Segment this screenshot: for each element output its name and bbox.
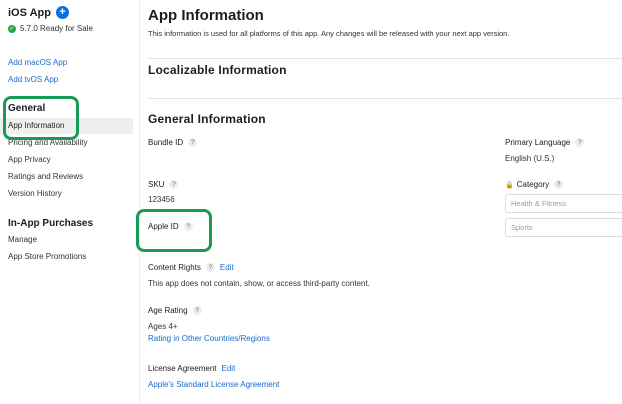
age-rating-label: Age Rating ? <box>148 306 202 315</box>
help-icon[interactable]: ? <box>169 180 179 189</box>
sidebar-item-pricing-and-availability[interactable]: Pricing and Availability <box>8 138 87 147</box>
rating-other-countries-link[interactable]: Rating in Other Countries/Regions <box>148 334 270 343</box>
sidebar-item-app-information[interactable]: App Information <box>0 118 133 134</box>
primary-category-select[interactable]: Health & Fitness <box>505 194 622 213</box>
license-agreement-label-text: License Agreement <box>148 364 217 373</box>
content-rights-label: Content Rights ? Edit <box>148 263 234 272</box>
app-status: ✓ 5.7.0 Ready for Sale <box>8 24 93 33</box>
sidebar-item-manage[interactable]: Manage <box>8 235 37 244</box>
page-subtitle: This information is used for all platfor… <box>148 29 510 38</box>
content-rights-label-text: Content Rights <box>148 263 201 272</box>
primary-language-value[interactable]: English (U.S.) <box>505 154 554 163</box>
content-rights-value: This app does not contain, show, or acce… <box>148 279 370 288</box>
page-title: App Information <box>148 7 264 24</box>
sidebar-item-app-store-promotions[interactable]: App Store Promotions <box>8 252 86 261</box>
help-icon[interactable]: ? <box>183 222 193 231</box>
apple-id-label-text: Apple ID <box>148 222 179 231</box>
add-macos-app-link[interactable]: Add macOS App <box>8 58 67 67</box>
license-agreement-edit-link[interactable]: Edit <box>222 364 236 373</box>
content-rights-edit-link[interactable]: Edit <box>220 263 234 272</box>
sidebar: iOS App + ✓ 5.7.0 Ready for Sale Add mac… <box>0 0 140 404</box>
sidebar-item-ratings-and-reviews[interactable]: Ratings and Reviews <box>8 172 83 181</box>
sku-value: 123456 <box>148 195 175 204</box>
general-information-heading: General Information <box>148 112 266 126</box>
help-icon[interactable]: ? <box>575 138 585 147</box>
sku-label-text: SKU <box>148 180 165 189</box>
help-icon[interactable]: ? <box>205 263 215 272</box>
secondary-category-select[interactable]: Sports <box>505 218 622 237</box>
age-rating-value: Ages 4+ <box>148 322 178 331</box>
sku-label: SKU ? <box>148 180 179 189</box>
standard-license-link[interactable]: Apple's Standard License Agreement <box>148 380 279 389</box>
add-tvos-app-link[interactable]: Add tvOS App <box>8 75 58 84</box>
divider <box>148 98 622 99</box>
app-header: iOS App + <box>8 6 69 19</box>
localizable-information-heading: Localizable Information <box>148 63 287 77</box>
bundle-id-label: Bundle ID ? <box>148 138 198 147</box>
age-rating-label-text: Age Rating <box>148 306 188 315</box>
sidebar-item-app-privacy[interactable]: App Privacy <box>8 155 51 164</box>
ready-check-icon: ✓ <box>8 24 16 33</box>
general-heading: General <box>8 103 46 114</box>
app-name[interactable]: iOS App <box>8 7 51 19</box>
in-app-purchases-heading: In-App Purchases <box>8 218 94 229</box>
apple-id-label: Apple ID ? <box>148 222 193 231</box>
help-icon[interactable]: ? <box>188 138 198 147</box>
primary-language-label-text: Primary Language <box>505 138 571 147</box>
sidebar-item-version-history[interactable]: Version History <box>8 189 62 198</box>
bundle-id-label-text: Bundle ID <box>148 138 184 147</box>
license-agreement-label: License Agreement Edit <box>148 364 235 373</box>
help-icon[interactable]: ? <box>192 306 202 315</box>
category-label: 🔒 Category ? <box>505 180 564 189</box>
lock-icon: 🔒 <box>505 181 514 189</box>
app-status-text[interactable]: 5.7.0 Ready for Sale <box>20 24 93 33</box>
main-content: App Information This information is used… <box>148 0 622 404</box>
help-icon[interactable]: ? <box>554 180 564 189</box>
divider <box>148 58 622 59</box>
category-label-text: Category <box>516 180 550 189</box>
primary-language-label: Primary Language ? <box>505 138 585 147</box>
add-platform-plus-icon[interactable]: + <box>55 6 69 19</box>
